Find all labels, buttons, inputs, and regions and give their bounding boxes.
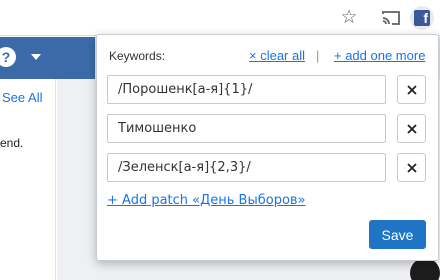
delete-keyword-button-1[interactable] <box>397 75 426 104</box>
keywords-label: Keywords: <box>109 49 166 63</box>
add-one-more-link[interactable]: + add one more <box>334 48 425 63</box>
delete-keyword-button-2[interactable] <box>397 114 426 143</box>
save-button[interactable]: Save <box>369 220 426 249</box>
keyword-input-3[interactable] <box>107 153 386 182</box>
browser-toolbar: ☆ f <box>0 0 440 36</box>
links-separator: | <box>316 48 320 63</box>
star-icon[interactable]: ☆ <box>338 7 360 29</box>
cast-icon[interactable] <box>380 7 402 29</box>
add-patch-link[interactable]: + Add patch «День Выборов» <box>107 193 306 208</box>
keywords-popup: Keywords: × clear all | + add one more +… <box>96 34 439 261</box>
keyword-input-2[interactable] <box>107 114 386 143</box>
see-all-link[interactable]: See All <box>2 90 42 105</box>
page-text-fragment: end. <box>0 136 24 150</box>
chevron-down-icon[interactable] <box>31 54 41 60</box>
facebook-extension-icon: f <box>414 10 430 26</box>
close-icon <box>406 123 417 134</box>
close-icon <box>406 84 417 95</box>
clear-all-link[interactable]: × clear all <box>249 48 305 63</box>
keyword-input-1[interactable] <box>107 75 386 104</box>
close-icon <box>406 162 417 173</box>
page-avatar[interactable] <box>410 258 440 280</box>
facebook-extension-button[interactable]: f <box>410 6 434 30</box>
page-left-panel <box>0 79 56 280</box>
delete-keyword-button-3[interactable] <box>397 153 426 182</box>
